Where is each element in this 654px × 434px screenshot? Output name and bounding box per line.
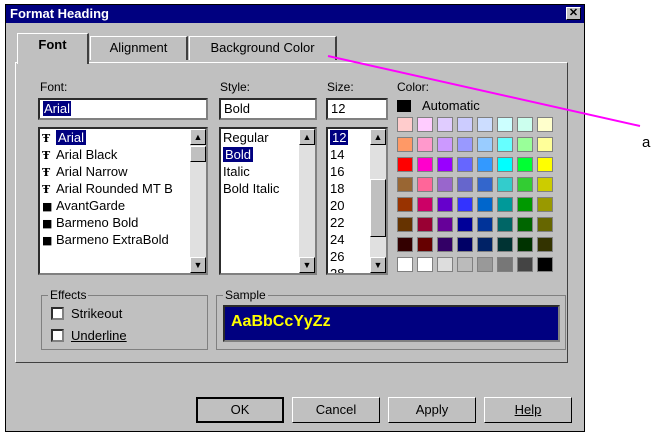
annotation-arrow bbox=[327, 55, 641, 127]
annotation-label: a bbox=[642, 134, 651, 151]
annotation-overlay bbox=[327, 55, 641, 127]
